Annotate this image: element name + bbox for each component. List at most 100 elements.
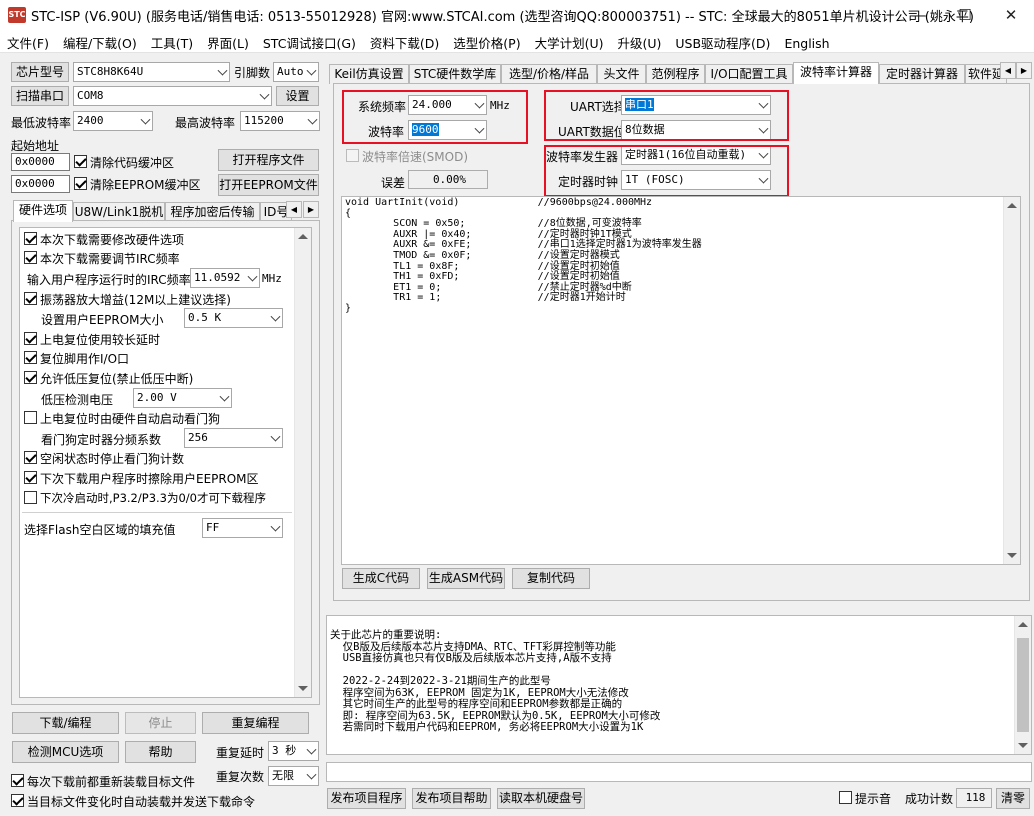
- publish-project-button[interactable]: 发布项目程序: [327, 788, 406, 809]
- option-checkbox[interactable]: [24, 292, 37, 305]
- highlight-box: [342, 90, 528, 144]
- help-button[interactable]: 帮助: [125, 741, 196, 763]
- scroll-up-icon[interactable]: [298, 234, 308, 239]
- scroll-down-icon[interactable]: [1007, 553, 1017, 558]
- reload-checkbox[interactable]: [11, 774, 24, 787]
- clear-eeprom-checkbox[interactable]: [74, 177, 87, 190]
- lvd-select[interactable]: 2.00 V: [133, 388, 232, 408]
- tab-header-files[interactable]: 头文件: [597, 64, 646, 84]
- option-long-reset-label: 上电复位使用较长延时: [40, 333, 161, 347]
- menu-program[interactable]: 编程/下载(O): [56, 31, 144, 52]
- pin-count-select[interactable]: Auto: [273, 62, 319, 82]
- menu-usb-driver[interactable]: USB驱动程序(D): [668, 31, 777, 52]
- eeprom-address-input[interactable]: 0x0000: [11, 175, 70, 193]
- open-eeprom-button[interactable]: 打开EEPROM文件: [218, 174, 319, 196]
- scroll-up-icon[interactable]: [1018, 622, 1028, 627]
- max-baud-select[interactable]: 115200: [240, 111, 320, 131]
- tab-u8w-offline[interactable]: U8W/Link1脱机: [73, 202, 165, 222]
- chip-model-select[interactable]: STC8H8K64U: [73, 62, 230, 82]
- wdt-divider-select[interactable]: 256: [184, 428, 283, 448]
- option-checkbox[interactable]: [24, 451, 37, 464]
- tab-scroll-right-icon[interactable]: ▶: [303, 201, 319, 218]
- option-checkbox[interactable]: [24, 471, 37, 484]
- open-program-button[interactable]: 打开程序文件: [218, 149, 319, 171]
- option-checkbox[interactable]: [24, 332, 37, 345]
- menu-university[interactable]: 大学计划(U): [528, 31, 611, 52]
- tab-hardware-options[interactable]: 硬件选项: [13, 200, 73, 222]
- tab-encrypted-transfer[interactable]: 程序加密后传输: [165, 202, 260, 222]
- scroll-down-icon[interactable]: [1018, 743, 1028, 748]
- scroll-down-icon[interactable]: [298, 686, 308, 691]
- close-button[interactable]: ✕: [988, 0, 1034, 31]
- clear-count-button[interactable]: 清零: [996, 788, 1030, 809]
- option-modify-hardware-label: 本次下载需要修改硬件选项: [40, 233, 185, 247]
- option-checkbox[interactable]: [24, 371, 37, 384]
- tab-io-config[interactable]: I/O口配置工具: [705, 64, 793, 84]
- code-scrollbar[interactable]: [1003, 197, 1020, 564]
- tab-selection-price[interactable]: 选型/价格/样品: [501, 64, 597, 84]
- settings-button[interactable]: 设置: [276, 86, 319, 106]
- option-erase-eeprom-label: 下次下载用户程序时擦除用户EEPROM区: [40, 472, 259, 486]
- repeat-count-select[interactable]: 无限: [268, 766, 319, 786]
- check-mcu-button[interactable]: 检测MCU选项: [12, 741, 119, 763]
- port-select[interactable]: COM8: [73, 86, 272, 106]
- tab-baud-calculator[interactable]: 波特率计算器: [793, 62, 879, 84]
- fill-value-label: 选择Flash空白区域的填充值: [24, 523, 176, 537]
- scan-port-button[interactable]: 扫描串口: [11, 86, 69, 106]
- publish-help-button[interactable]: 发布项目帮助: [412, 788, 491, 809]
- info-scrollbar[interactable]: [1014, 616, 1031, 754]
- tab-keil-sim[interactable]: Keil仿真设置: [329, 64, 409, 84]
- repeat-delay-value: 3 秒: [272, 744, 297, 757]
- tab-math-lib[interactable]: STC硬件数学库: [409, 64, 501, 84]
- clear-code-checkbox[interactable]: [74, 155, 87, 168]
- tab-timer-calculator[interactable]: 定时器计算器: [879, 64, 965, 84]
- option-low-voltage-reset-label: 允许低压复位(禁止低压中断): [40, 372, 194, 386]
- pin-count-label: 引脚数: [234, 66, 271, 80]
- minimize-button[interactable]: —: [896, 0, 942, 31]
- menu-docs[interactable]: 资料下载(D): [363, 31, 446, 52]
- start-address-label: 起始地址: [11, 139, 60, 153]
- option-checkbox[interactable]: [24, 491, 37, 504]
- chip-model-button[interactable]: 芯片型号: [11, 62, 69, 82]
- option-checkbox[interactable]: [24, 411, 37, 424]
- download-program-button[interactable]: 下载/编程: [12, 712, 119, 734]
- read-disk-id-button[interactable]: 读取本机硬盘号: [497, 788, 585, 809]
- success-count-label: 成功计数: [905, 792, 954, 806]
- repeat-delay-select[interactable]: 3 秒: [268, 741, 319, 761]
- tab-scroll-left-icon[interactable]: ◀: [1000, 62, 1016, 79]
- menu-file[interactable]: 文件(F): [0, 31, 56, 52]
- menu-upgrade[interactable]: 升级(U): [610, 31, 668, 52]
- fill-value-select[interactable]: FF: [202, 518, 283, 538]
- tab-examples[interactable]: 范例程序: [646, 64, 705, 84]
- beep-checkbox[interactable]: [839, 791, 852, 804]
- menu-interface[interactable]: 界面(L): [200, 31, 256, 52]
- tab-scroll-left-icon[interactable]: ◀: [286, 201, 302, 218]
- menu-price[interactable]: 选型价格(P): [446, 31, 527, 52]
- chevron-down-icon: [270, 521, 281, 532]
- option-checkbox[interactable]: [24, 232, 37, 245]
- eeprom-size-select[interactable]: 0.5 K: [184, 308, 283, 328]
- generate-asm-button[interactable]: 生成ASM代码: [427, 568, 505, 589]
- irc-frequency-select[interactable]: 11.0592: [190, 268, 260, 288]
- auto-load-checkbox[interactable]: [11, 794, 24, 807]
- scroll-thumb[interactable]: [1017, 638, 1029, 732]
- scroll-up-icon[interactable]: [1007, 203, 1017, 208]
- menu-debug[interactable]: STC调试接口(G): [256, 31, 363, 52]
- chevron-down-icon: [306, 744, 317, 755]
- maximize-button[interactable]: ☐: [942, 0, 988, 31]
- highlight-box: [544, 145, 789, 197]
- generate-c-button[interactable]: 生成C代码: [342, 568, 420, 589]
- stop-button[interactable]: 停止: [125, 712, 196, 734]
- min-baud-select[interactable]: 2400: [73, 111, 153, 131]
- reprogram-button[interactable]: 重复编程: [202, 712, 309, 734]
- option-checkbox[interactable]: [24, 351, 37, 364]
- options-scrollbar[interactable]: [294, 228, 311, 697]
- option-checkbox[interactable]: [24, 251, 37, 264]
- copy-code-button[interactable]: 复制代码: [512, 568, 590, 589]
- menu-tools[interactable]: 工具(T): [144, 31, 200, 52]
- baud-double-checkbox[interactable]: [346, 149, 359, 162]
- title-bar: STC STC-ISP (V6.90U) (服务电话/销售电话: 0513-55…: [0, 0, 1034, 31]
- menu-english[interactable]: English: [777, 34, 836, 51]
- tab-scroll-right-icon[interactable]: ▶: [1016, 62, 1032, 79]
- code-address-input[interactable]: 0x0000: [11, 153, 70, 171]
